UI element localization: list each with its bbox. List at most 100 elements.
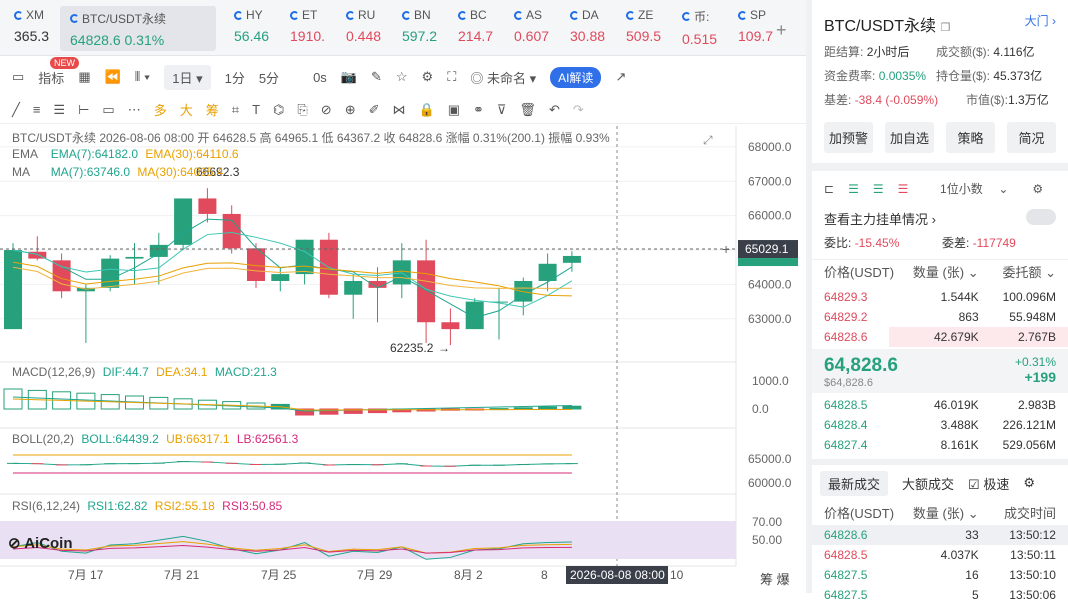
main-orders-toggle[interactable] [1026,209,1056,225]
ob-h1: 价格(USDT) [824,265,895,280]
lock-icon[interactable]: 🔒 [419,102,435,118]
book-row[interactable]: 64828.5 46.019K 2.983B [812,395,1068,415]
ticker-item[interactable]: DA 30.88 [556,0,612,55]
ticker-item[interactable]: ET 1910. [276,0,332,55]
star-icon[interactable]: ☆ [396,69,408,85]
book-list-icon[interactable]: ☰ [873,182,884,196]
stat-v1: 2小时后 [866,45,910,59]
delete-icon[interactable]: 🗑 [519,102,536,118]
camera-icon[interactable]: 📷 [341,69,357,85]
rect-icon[interactable]: ▭ [102,102,114,118]
coin-icon [70,14,79,23]
text-icon[interactable]: T [252,102,260,117]
replay-icon[interactable]: ⏪ [105,69,121,85]
chevron-down-icon[interactable]: ⌄ [998,182,1008,196]
book-bids-icon[interactable]: ☰ [848,182,859,196]
book-asks-icon[interactable]: ☰ [898,182,909,196]
book-row[interactable]: 64829.3 1.544K 100.096M [812,287,1068,307]
pattern-icon[interactable]: ⋈ [393,102,406,118]
row-total: 13:50:12 [1009,528,1056,542]
ticker-item[interactable]: HY 56.46 [220,0,276,55]
exchange-link[interactable]: 大门 › [1025,12,1056,36]
ticker-item[interactable]: XM 365.3 [0,0,56,55]
dots-icon[interactable]: ⋯ [128,102,141,118]
filter-icon[interactable]: ⊽ [497,102,507,118]
undo-icon[interactable]: ↶ [549,102,560,118]
parallel-icon[interactable]: ≡ [33,102,41,117]
asks-list: 64829.3 1.544K 100.096M 64829.2 863 55.948M 64… [812,287,1068,347]
chip-button[interactable]: 筹 [206,100,219,119]
book-row[interactable]: 64829.2 863 55.948M [812,307,1068,327]
indicators-button[interactable]: 指标 [38,68,64,87]
add-alert-button[interactable]: 加预警 [824,122,873,153]
chart-canvas[interactable]: 68000.0 67000.0 66000.0 65000.0 64000.0 63000… [0,126,806,593]
book-both-icon[interactable]: ⊏ [824,182,834,196]
book-row[interactable]: 64828.6 33 13:50:12 [812,525,1068,545]
last-usd: $64,828.6 [824,377,873,389]
pen-icon[interactable]: ✎ [371,69,382,85]
strategy-button[interactable]: 策略 [946,122,995,153]
ticker-item[interactable]: BN 597.2 [388,0,444,55]
precision-select[interactable]: 1位小数 [938,182,984,196]
lines-icon[interactable]: ☰ [53,102,65,118]
checkbox-icon[interactable]: ☑ [968,477,980,492]
book-row[interactable]: 64828.4 3.488K 226.121M [812,415,1068,435]
brush-icon[interactable]: ✐ [369,102,380,118]
stat-v4: 45.373亿 [993,69,1043,83]
book-row[interactable]: 64827.5 16 13:50:10 [812,565,1068,585]
fullscreen-icon[interactable]: ⛶ [447,69,456,85]
corner-liq[interactable]: 爆 [777,572,790,587]
ticker-item[interactable]: AS 0.607 [500,0,556,55]
template-select[interactable]: ◎ 未命名 ▾ [470,68,536,87]
hide-icon[interactable]: ▣ [448,102,460,118]
profile-button[interactable]: 简况 [1007,122,1056,153]
trades-settings-icon[interactable]: ⚙ [1023,475,1035,491]
kline-chart[interactable]: 68000.0 67000.0 66000.0 65000.0 64000.0 63000… [0,126,806,593]
book-row[interactable]: 64827.5 5 13:50:06 [812,585,1068,605]
gear-icon[interactable]: ⚙ [1032,182,1043,196]
interval-0s[interactable]: 0s [313,70,327,85]
ticker-item[interactable]: BTC/USDT永续 64828.6 0.31% [60,6,216,51]
corner-chip[interactable]: 筹 [760,572,773,587]
interval-5m[interactable]: 5分 [259,68,279,87]
ticker-item[interactable]: BC 214.7 [444,0,500,55]
trendline-icon[interactable]: ╱ [12,102,20,118]
ticker-item[interactable]: SP 109.7 [724,0,780,55]
main-orders-row[interactable]: 查看主力挂单情况 › [812,201,1068,228]
bars-icon[interactable]: ⫴ ▾ [135,69,150,85]
candlestick-icon[interactable]: ▭ [12,69,24,85]
ai-analysis-button[interactable]: AI解读 [550,66,602,88]
share-icon[interactable]: ↗ [615,69,626,85]
zoom-icon[interactable]: ⊕ [345,102,356,118]
link-icon[interactable]: ⚭ [473,102,484,118]
redo-icon[interactable]: ↷ [573,102,584,118]
ticker-item[interactable]: ZE 509.5 [612,0,668,55]
speed-toggle[interactable]: ☑ 极速 [968,474,1009,493]
book-row[interactable]: 64828.5 4.037K 13:50:11 [812,545,1068,565]
add-ticker-icon[interactable]: + [776,20,787,41]
ticker-item[interactable]: 币: 0.515 [668,0,724,55]
interval-select[interactable]: 1日 ▾ [164,64,211,90]
magnet-icon[interactable]: ⌬ [273,102,284,118]
add-watch-button[interactable]: 加自选 [885,122,934,153]
book-row[interactable]: 64828.6 42.679K 2.767B [812,327,1068,347]
hline-icon[interactable]: ⊢ [78,102,89,118]
settings-icon[interactable]: ⚙ [422,69,434,85]
tab-large-trades[interactable]: 大额成交 [902,474,954,493]
ticker-name: 币: [682,8,724,25]
ruler-icon[interactable]: ⌗ [232,102,239,118]
measure-icon[interactable]: ⊘ [321,102,332,118]
tab-latest-trades[interactable]: 最新成交 [820,470,889,496]
ticker-item[interactable]: RU 0.448 [332,0,388,55]
interval-1m[interactable]: 1分 [225,68,245,87]
ob-h3[interactable]: 委托额 ⌄ [979,262,1056,281]
ma7-value: MA(7):63746.0 [50,165,131,179]
book-row[interactable]: 64827.4 8.161K 529.056M [812,435,1068,455]
bull-button[interactable]: 多 [154,100,167,119]
tr-h2[interactable]: 数量 (张) ⌄ [901,503,979,522]
big-button[interactable]: 大 [180,100,193,119]
layout-icon[interactable]: ▦ [78,69,90,85]
ob-h2[interactable]: 数量 (张) ⌄ [901,262,979,281]
copy-icon[interactable]: ❐ [940,22,950,34]
bookmark-icon[interactable]: ⎘ [297,102,307,118]
